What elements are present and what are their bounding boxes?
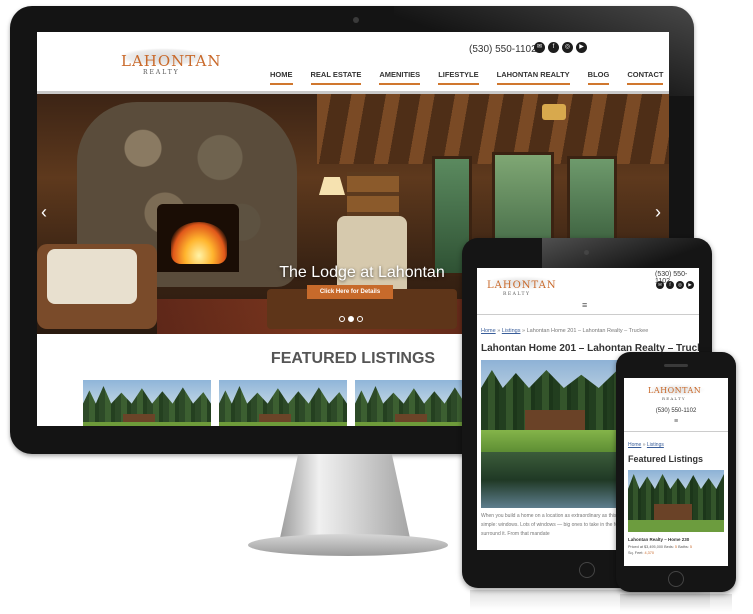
listing-grass [83, 422, 211, 426]
breadcrumb-current: Lahontan Home 201 – Lahontan Realty – Tr… [526, 328, 649, 334]
logo-subtitle: REALTY [503, 292, 531, 297]
breadcrumb-listings[interactable]: Listings [502, 328, 521, 334]
photo-lawn [628, 520, 724, 532]
breadcrumb-listings[interactable]: Listings [647, 442, 664, 448]
hamburger-menu-icon[interactable]: ≡ [624, 418, 728, 425]
instagram-icon[interactable]: ◎ [676, 281, 684, 289]
listing-card-meta: Priced at $3,495,000 Beds: 5 Baths: 5 [628, 545, 692, 549]
monitor-stand-base [248, 534, 448, 556]
listing-card-meta: Sq. Feet: 4,370 [628, 551, 654, 555]
photo-house [525, 410, 585, 430]
header-divider [624, 431, 728, 432]
sqft-value: 4,370 [644, 551, 654, 555]
site-logo[interactable]: LAHONTAN REALTY [113, 48, 220, 78]
phone-reflection [620, 594, 732, 612]
slider-dot[interactable] [357, 316, 363, 322]
breadcrumb: Home » Listings » Lahontan Home 201 – La… [481, 328, 648, 334]
listing-card[interactable] [83, 380, 211, 426]
slider-dot-active[interactable] [348, 316, 354, 322]
social-links: ✉ f ◎ ▶ [534, 42, 587, 53]
youtube-icon[interactable]: ▶ [686, 281, 694, 289]
baths-label: Baths: [678, 545, 689, 549]
logo-wordmark[interactable]: LAHONTAN [648, 386, 701, 395]
main-nav: HOME REAL ESTATE AMENITIES LIFESTYLE LAH… [270, 70, 664, 85]
hero-details-button[interactable]: Click Here for Details [307, 285, 393, 299]
tablet-camera [584, 250, 589, 255]
slider-prev-arrow[interactable]: ‹ [41, 202, 47, 223]
listing-price: Priced at $3,495,000 [628, 545, 664, 549]
nav-amenities[interactable]: AMENITIES [379, 70, 421, 85]
facebook-icon[interactable]: f [548, 42, 559, 53]
youtube-icon[interactable]: ▶ [576, 42, 587, 53]
hero-fire [171, 222, 227, 264]
hero-ceiling-lamp [542, 104, 566, 120]
breadcrumb-home[interactable]: Home [628, 442, 641, 448]
nav-blog[interactable]: BLOG [587, 70, 610, 85]
monitor-camera [353, 17, 359, 23]
slider-next-arrow[interactable]: › [655, 202, 661, 223]
header-divider [477, 314, 699, 315]
slider-dot[interactable] [339, 316, 345, 322]
phone-screen: LAHONTAN REALTY (530) 550-1102 ≡ Home » … [624, 378, 728, 566]
site-header: LAHONTAN REALTY (530) 550-1102 ✉ f ◎ ▶ H… [37, 32, 669, 94]
header-phone[interactable]: (530) 550-1102 [624, 408, 728, 414]
sqft-label: Sq. Feet: [628, 551, 644, 555]
social-links: ✉ f ◎ ▶ [656, 281, 694, 289]
nav-real-estate[interactable]: REAL ESTATE [310, 70, 362, 85]
listing-grass [219, 422, 347, 426]
phone-home-button[interactable] [668, 571, 684, 587]
logo-subtitle: REALTY [143, 69, 180, 76]
monitor-stand-neck [280, 454, 410, 538]
listing-card-title[interactable]: Lahontan Realty – Home 230 [628, 537, 689, 542]
tablet-glare [542, 238, 712, 272]
phone-device: LAHONTAN REALTY (530) 550-1102 ≡ Home » … [616, 352, 736, 592]
facebook-icon[interactable]: f [666, 281, 674, 289]
hero-armchair [337, 216, 407, 296]
logo-subtitle: REALTY [662, 396, 686, 401]
breadcrumb-home[interactable]: Home [481, 328, 496, 334]
breadcrumb: Home » Listings [628, 442, 664, 448]
logo-wordmark[interactable]: LAHONTAN [487, 280, 557, 291]
logo-wordmark: LAHONTAN [121, 52, 222, 70]
instagram-icon[interactable]: ◎ [562, 42, 573, 53]
beds-value: 5 [674, 545, 678, 549]
nav-contact[interactable]: CONTACT [627, 70, 664, 85]
photo-house [654, 504, 692, 520]
beds-label: Beds: [664, 545, 674, 549]
hero-title: The Lodge at Lahontan [279, 264, 445, 281]
hero-cushion [47, 249, 137, 304]
nav-lahontan-realty[interactable]: LAHONTAN REALTY [496, 70, 570, 85]
nav-home[interactable]: HOME [270, 70, 293, 85]
hero-lamp [319, 177, 345, 195]
tablet-home-button[interactable] [579, 562, 595, 578]
email-icon[interactable]: ✉ [656, 281, 664, 289]
hamburger-menu-icon[interactable]: ≡ [582, 300, 587, 310]
header-phone[interactable]: (530) 550-1102 [469, 44, 537, 55]
email-icon[interactable]: ✉ [534, 42, 545, 53]
listing-card[interactable] [219, 380, 347, 426]
page-title: Featured Listings [628, 454, 704, 464]
slider-dots [339, 316, 363, 322]
phone-speaker [664, 364, 688, 367]
listing-photo[interactable] [628, 470, 724, 532]
nav-lifestyle[interactable]: LIFESTYLE [438, 70, 479, 85]
baths-value: 5 [689, 545, 693, 549]
